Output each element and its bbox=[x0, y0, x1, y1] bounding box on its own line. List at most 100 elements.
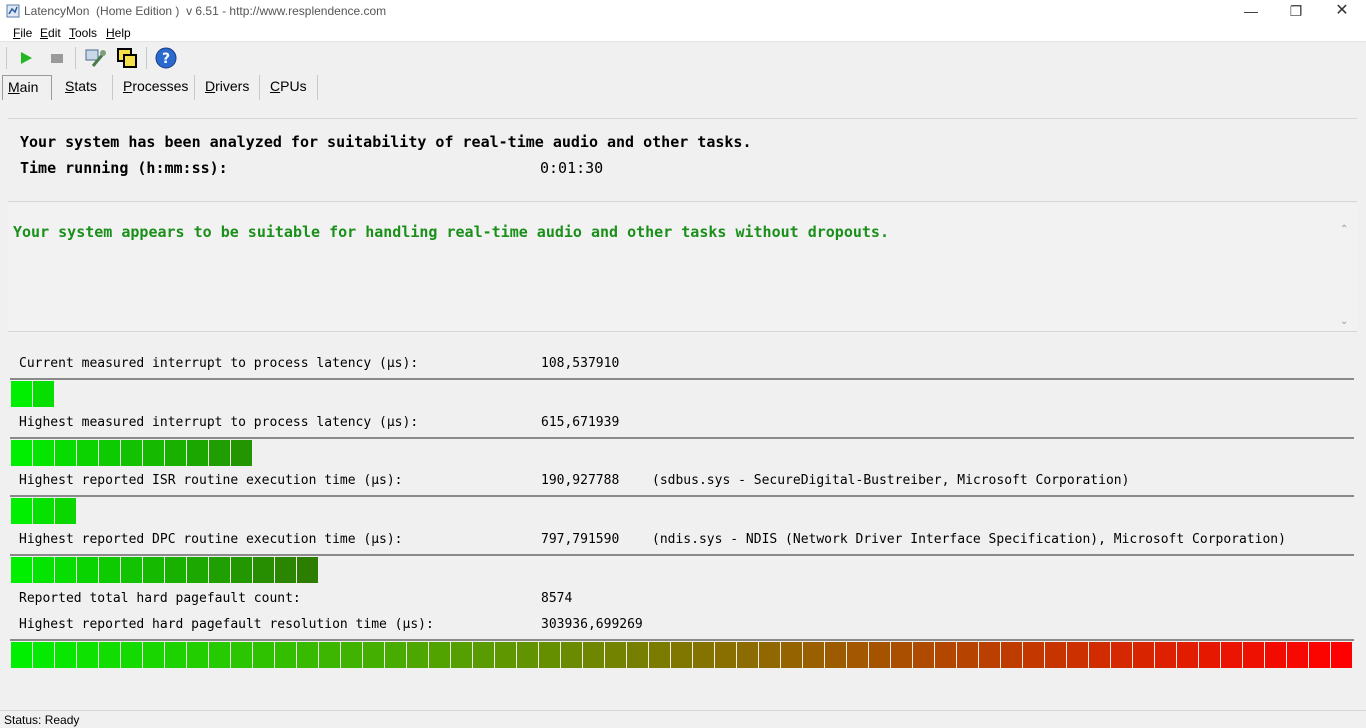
bar-segment bbox=[231, 440, 252, 466]
bar-segment bbox=[121, 557, 142, 583]
app-icon bbox=[6, 4, 20, 18]
bar-segment bbox=[33, 498, 54, 524]
bar-segment bbox=[627, 642, 648, 668]
conclusion-text: Your system appears to be suitable for h… bbox=[13, 223, 889, 241]
bar-segment bbox=[121, 440, 142, 466]
analysis-summary-text: Your system has been analyzed for suitab… bbox=[20, 133, 752, 151]
bar-segment bbox=[165, 440, 186, 466]
bar-segment bbox=[187, 557, 208, 583]
dpc-time-value: 797,791590 bbox=[541, 532, 620, 547]
tab-processes-mnemonic: P bbox=[123, 78, 133, 94]
bar-segment bbox=[77, 440, 98, 466]
toolbar-separator bbox=[6, 47, 7, 69]
pagefault-time-bar bbox=[10, 639, 1354, 669]
bar-segment bbox=[297, 642, 318, 668]
tab-drivers-mnemonic: D bbox=[205, 78, 216, 94]
bar-segment bbox=[847, 642, 868, 668]
current-latency-bar-fill bbox=[11, 381, 55, 407]
current-latency-bar bbox=[10, 378, 1354, 408]
bar-segment bbox=[869, 642, 890, 668]
bar-segment bbox=[319, 642, 340, 668]
bar-segment bbox=[1331, 642, 1352, 668]
bar-segment bbox=[253, 642, 274, 668]
pagefault-time-bar-fill bbox=[11, 642, 1353, 668]
menu-help-rest: elp bbox=[114, 26, 131, 40]
menu-file[interactable]: File bbox=[13, 26, 32, 40]
close-button[interactable]: ✕ bbox=[1319, 0, 1365, 24]
bar-segment bbox=[1287, 642, 1308, 668]
toolbar-separator bbox=[146, 47, 147, 69]
highest-latency-value: 615,671939 bbox=[541, 415, 620, 430]
bar-segment bbox=[363, 642, 384, 668]
bar-segment bbox=[737, 642, 758, 668]
pagefault-count-value: 8574 bbox=[541, 591, 573, 606]
dpc-time-label: Highest reported DPC routine execution t… bbox=[19, 532, 403, 547]
bar-segment bbox=[1045, 642, 1066, 668]
tab-drivers-rest: rivers bbox=[215, 78, 250, 94]
time-running-label: Time running (h:mm:ss): bbox=[20, 159, 228, 177]
tools-icon[interactable] bbox=[83, 46, 107, 70]
tab-main[interactable]: Main bbox=[2, 75, 52, 100]
isr-time-bar-fill bbox=[11, 498, 77, 524]
bar-segment bbox=[143, 642, 164, 668]
bar-segment bbox=[979, 642, 1000, 668]
bar-segment bbox=[33, 642, 54, 668]
bar-segment bbox=[209, 440, 230, 466]
bar-segment bbox=[473, 642, 494, 668]
scroll-down-arrow-icon[interactable]: ⌄ bbox=[1340, 316, 1348, 327]
highest-latency-bar bbox=[10, 437, 1354, 467]
scroll-up-arrow-icon[interactable]: ⌃ bbox=[1340, 224, 1348, 235]
bar-segment bbox=[781, 642, 802, 668]
isr-time-label: Highest reported ISR routine execution t… bbox=[19, 473, 403, 488]
dpc-driver-text: (ndis.sys - NDIS (Network Driver Interfa… bbox=[652, 532, 1286, 547]
stop-icon[interactable] bbox=[45, 46, 69, 70]
bar-segment bbox=[99, 440, 120, 466]
menu-help[interactable]: Help bbox=[106, 26, 131, 40]
tab-cpus-mnemonic: C bbox=[270, 78, 281, 94]
tab-strip: Main Stats Processes Drivers CPUs bbox=[0, 73, 1366, 101]
dpc-time-bar bbox=[10, 554, 1354, 584]
help-icon[interactable]: ? bbox=[154, 46, 178, 70]
menu-edit[interactable]: Edit bbox=[40, 26, 61, 40]
bar-segment bbox=[429, 642, 450, 668]
bar-segment bbox=[583, 642, 604, 668]
tab-cpus[interactable]: CPUs bbox=[265, 75, 318, 100]
bar-segment bbox=[451, 642, 472, 668]
current-latency-value: 108,537910 bbox=[541, 356, 620, 371]
bar-segment bbox=[495, 642, 516, 668]
isr-time-value: 190,927788 bbox=[541, 473, 620, 488]
bar-segment bbox=[231, 642, 252, 668]
bar-segment bbox=[33, 557, 54, 583]
menu-tools-rest: ools bbox=[75, 26, 98, 40]
highest-latency-label: Highest measured interrupt to process la… bbox=[19, 415, 419, 430]
pagefault-count-label: Reported total hard pagefault count: bbox=[19, 591, 301, 606]
windows-icon[interactable] bbox=[115, 46, 139, 70]
pagefault-time-label: Highest reported hard pagefault resoluti… bbox=[19, 617, 434, 632]
pagefault-time-value: 303936,699269 bbox=[541, 617, 643, 632]
menu-tools[interactable]: Tools bbox=[69, 26, 97, 40]
status-text: Status: Ready bbox=[4, 713, 80, 727]
minimize-button[interactable]: — bbox=[1228, 0, 1274, 24]
bar-segment bbox=[1309, 642, 1330, 668]
bar-segment bbox=[55, 498, 76, 524]
bar-segment bbox=[143, 557, 164, 583]
bar-segment bbox=[517, 642, 538, 668]
tab-processes-rest: rocesses bbox=[132, 78, 189, 94]
bar-segment bbox=[1067, 642, 1088, 668]
play-icon[interactable] bbox=[14, 46, 38, 70]
bar-segment bbox=[1243, 642, 1264, 668]
bar-segment bbox=[693, 642, 714, 668]
bar-segment bbox=[1023, 642, 1044, 668]
isr-driver-text: (sdbus.sys - SecureDigital-Bustreiber, M… bbox=[652, 473, 1130, 488]
tab-stats-mnemonic: S bbox=[65, 78, 75, 94]
title-bar: LatencyMon (Home Edition ) v 6.51 - http… bbox=[0, 0, 1366, 24]
bar-segment bbox=[803, 642, 824, 668]
bar-segment bbox=[99, 557, 120, 583]
tab-stats[interactable]: Stats bbox=[60, 75, 113, 100]
tab-processes[interactable]: Processes bbox=[118, 75, 195, 100]
menu-help-mnemonic: H bbox=[106, 26, 115, 40]
conclusion-panel: Your system appears to be suitable for h… bbox=[8, 204, 1357, 332]
bar-segment bbox=[77, 557, 98, 583]
tab-drivers[interactable]: Drivers bbox=[200, 75, 260, 100]
maximize-button[interactable]: ❐ bbox=[1273, 0, 1319, 24]
